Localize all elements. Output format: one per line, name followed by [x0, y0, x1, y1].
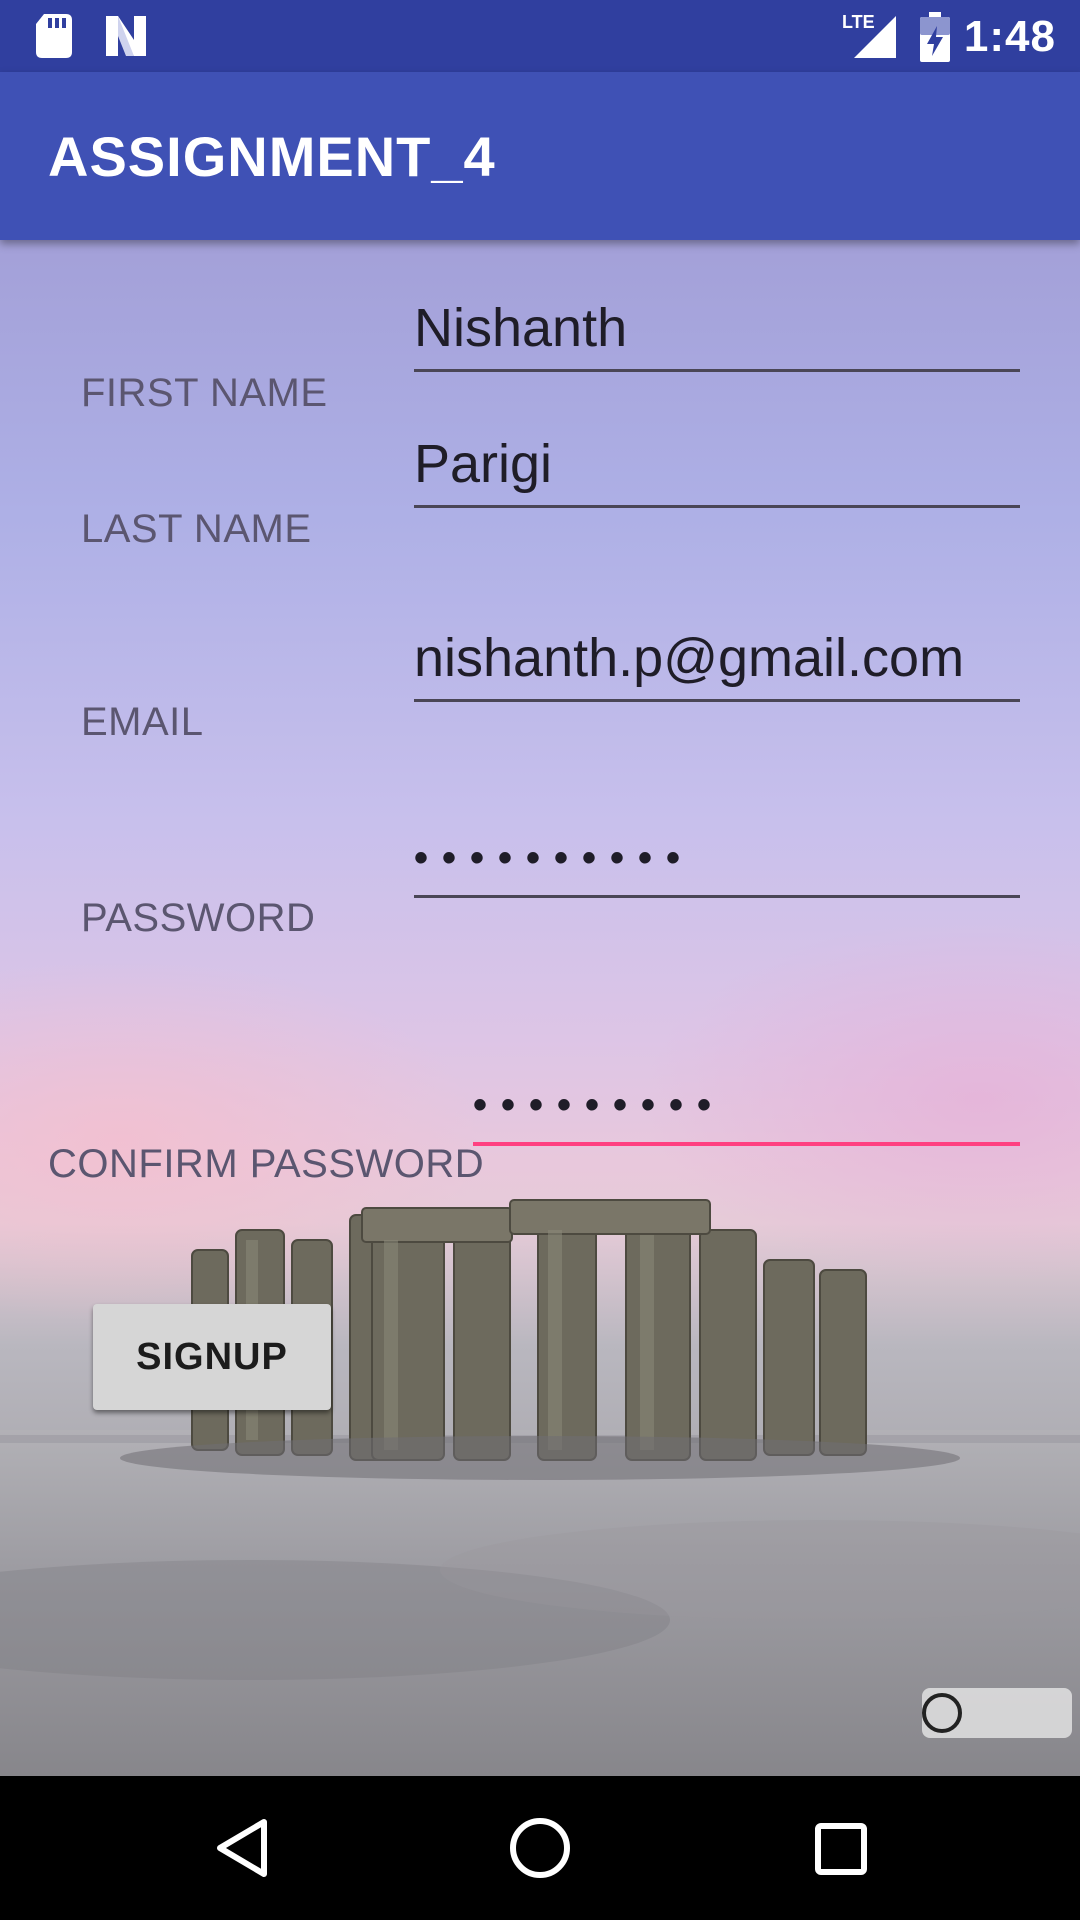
email-field[interactable]: nishanth.p@gmail.com	[414, 620, 1020, 702]
app-title: ASSIGNMENT_4	[48, 125, 496, 188]
sd-card-icon	[36, 14, 72, 63]
first-name-field[interactable]: Nishanth	[414, 290, 1020, 372]
lte-text: LTE	[842, 12, 875, 32]
back-icon[interactable]	[206, 1812, 278, 1884]
notification-n-icon	[104, 14, 148, 63]
clock: 1:48	[963, 12, 1056, 61]
confirm-password-value: •••••••••	[473, 1083, 726, 1127]
password-label: PASSWORD	[81, 896, 316, 940]
password-field[interactable]: ••••••••••	[414, 816, 1020, 898]
confirm-password-field[interactable]: •••••••••	[473, 1064, 1020, 1146]
email-label: EMAIL	[81, 700, 204, 744]
first-name-value: Nishanth	[414, 298, 628, 358]
signup-button[interactable]: SIGNUP	[93, 1304, 331, 1410]
confirm-password-label: CONFIRM PASSWORD	[48, 1142, 485, 1186]
last-name-label: LAST NAME	[81, 507, 312, 551]
app-bar: ASSIGNMENT_4	[0, 72, 1080, 240]
navigation-bar	[0, 1776, 1080, 1920]
last-name-value: Parigi	[414, 434, 553, 494]
home-icon[interactable]	[504, 1812, 576, 1884]
status-bar: LTE 1:48	[0, 0, 1080, 72]
password-value: ••••••••••	[414, 836, 695, 880]
battery-charging-icon	[920, 12, 950, 67]
first-name-label: FIRST NAME	[81, 371, 328, 415]
content-area: FIRST NAME Nishanth LAST NAME Parigi EMA…	[0, 240, 1080, 1776]
recents-icon[interactable]	[804, 1812, 876, 1884]
lte-signal-icon: LTE	[842, 12, 898, 65]
last-name-field[interactable]: Parigi	[414, 426, 1020, 508]
email-value: nishanth.p@gmail.com	[414, 628, 965, 688]
